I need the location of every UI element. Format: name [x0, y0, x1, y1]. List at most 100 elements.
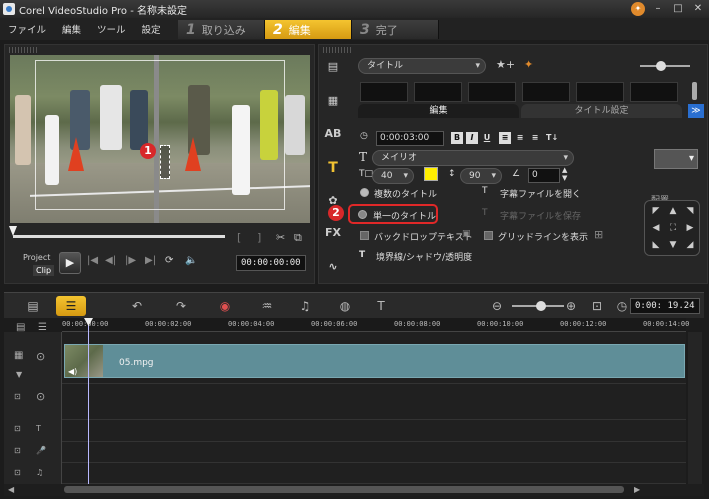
category-dropdown[interactable]: タイトル	[358, 58, 486, 74]
menu-tools[interactable]: ツール	[89, 22, 134, 36]
multi-title-radio[interactable]	[360, 188, 369, 197]
open-subtitle-label[interactable]: 字幕ファイルを開く	[500, 187, 581, 200]
instant-project-icon[interactable]: ▦	[324, 94, 342, 112]
restore-icon[interactable]: □	[671, 2, 685, 16]
menu-edit[interactable]: 編集	[54, 22, 89, 36]
align-center-button[interactable]: ≡	[514, 132, 526, 144]
multi-title-label[interactable]: 複数のタイトル	[374, 187, 437, 200]
play-button[interactable]: ▶	[59, 252, 81, 274]
title-lock-icon[interactable]: ⊡	[14, 424, 21, 433]
align-top-left-icon[interactable]: ◤	[649, 206, 663, 216]
panel-grip[interactable]	[9, 47, 39, 53]
single-title-radio[interactable]	[358, 210, 367, 219]
step-capture[interactable]: 1 取り込み	[178, 20, 265, 39]
next-frame-icon[interactable]: |▶	[125, 255, 136, 266]
italic-button[interactable]: I	[466, 132, 478, 144]
backdrop-text-label[interactable]: バックドロップテキスト	[374, 230, 473, 243]
filter-fx-icon[interactable]: FX	[324, 226, 342, 244]
storyboard-view-icon[interactable]: ▤	[18, 296, 48, 316]
redo-icon[interactable]: ↷	[166, 296, 196, 316]
title-preset[interactable]	[360, 82, 408, 102]
show-grid-label[interactable]: グリッドラインを表示	[498, 230, 588, 243]
overlay-lock-icon[interactable]: ⊡	[14, 392, 21, 401]
align-bottom-left-icon[interactable]: ◣	[649, 240, 663, 250]
music-track-icon[interactable]: ♫	[36, 468, 43, 477]
record-capture-icon[interactable]: ◉	[210, 296, 240, 316]
mark-out-icon[interactable]: ]	[257, 231, 261, 244]
border-shadow-icon[interactable]: T	[359, 250, 365, 260]
bold-button[interactable]: B	[451, 132, 463, 144]
globe-icon[interactable]: ✦	[631, 2, 645, 16]
font-dropdown[interactable]: メイリオ	[372, 150, 574, 166]
close-icon[interactable]: ✕	[691, 2, 705, 16]
zoom-knob[interactable]	[536, 301, 546, 311]
music-lock-icon[interactable]: ⊡	[14, 468, 21, 477]
align-bottom-icon[interactable]: ▼	[666, 240, 680, 250]
scroll-right-icon[interactable]: ▶	[634, 485, 640, 494]
single-title-label[interactable]: 単一のタイトル	[373, 209, 436, 222]
repeat-icon[interactable]: ⟳	[165, 255, 173, 266]
step-share[interactable]: 3 完了	[352, 20, 439, 39]
align-left-icon[interactable]: ◀	[649, 223, 663, 233]
align-center-icon[interactable]: ⛶	[666, 223, 680, 233]
font-size-dropdown[interactable]: 40	[372, 168, 414, 184]
line-spacing-dropdown[interactable]: 90	[460, 168, 502, 184]
backdrop-icon[interactable]: ▣	[462, 229, 471, 239]
thumb-size-knob[interactable]	[656, 61, 666, 71]
title-preset[interactable]	[468, 82, 516, 102]
timeline-horizontal-scrollbar[interactable]: ◀ ▶	[4, 484, 704, 496]
title-icon[interactable]: T	[324, 160, 342, 178]
show-grid-checkbox[interactable]	[484, 231, 493, 240]
title-preset[interactable]	[414, 82, 462, 102]
timeline-view-icon[interactable]: ☰	[56, 296, 86, 316]
voice-lock-icon[interactable]: ⊡	[14, 446, 21, 455]
menu-file[interactable]: ファイル	[0, 22, 54, 36]
auto-music-icon[interactable]: ♫	[290, 296, 320, 316]
title-preset[interactable]	[630, 82, 678, 102]
preset-scrollbar[interactable]	[692, 82, 697, 100]
title-preset[interactable]	[522, 82, 570, 102]
underline-button[interactable]: U	[481, 132, 493, 144]
angle-stepper-icon[interactable]: ▲ ▼	[562, 166, 567, 182]
voice-track-icon[interactable]: 🎤	[36, 446, 46, 455]
clip-mode-label[interactable]: Clip	[33, 265, 55, 276]
subtitle-save-icon[interactable]: T	[482, 208, 488, 218]
subtitle-editor-icon[interactable]: T	[366, 296, 396, 316]
align-bottom-right-icon[interactable]: ◢	[683, 240, 697, 250]
mark-in-icon[interactable]: [	[237, 231, 241, 244]
title-text-box[interactable]	[160, 145, 170, 179]
video-track-toggle-icon[interactable]: ⊙	[36, 350, 45, 363]
border-shadow-label[interactable]: 境界線/シャドウ/透明度	[376, 250, 472, 263]
grid-options-icon[interactable]: ⊞	[594, 228, 603, 241]
preview-timecode[interactable]: 00:00:00:00	[236, 255, 306, 271]
duration-field[interactable]: 0:00:03:00	[376, 131, 444, 146]
multi-trim-icon[interactable]: ◍	[330, 296, 360, 316]
minimize-icon[interactable]: –	[651, 2, 665, 16]
prev-frame-icon[interactable]: ◀|	[105, 255, 116, 266]
home-icon[interactable]: |◀	[87, 255, 98, 266]
zoom-out-icon[interactable]: ⊖	[482, 296, 512, 316]
angle-field[interactable]: 0	[528, 168, 560, 183]
subtitle-open-icon[interactable]: T	[482, 186, 488, 196]
vertical-text-button[interactable]: T↓	[546, 132, 558, 144]
save-subtitle-label[interactable]: 字幕ファイルを保存	[500, 209, 581, 222]
text-color-swatch[interactable]	[424, 167, 438, 181]
panel-grip[interactable]	[323, 47, 353, 53]
scrollbar-thumb[interactable]	[64, 486, 624, 493]
expand-track-icon[interactable]: ▼	[16, 370, 22, 379]
video-clip[interactable]: ◀) 05.mpg	[64, 344, 685, 378]
music-track[interactable]	[62, 463, 686, 484]
path-icon[interactable]: ∿	[324, 260, 342, 278]
step-edit[interactable]: 2 編集	[265, 20, 352, 39]
title-track[interactable]	[62, 420, 686, 442]
video-track-icon[interactable]: ▦	[14, 350, 23, 361]
title-preset[interactable]	[576, 82, 624, 102]
scissors-icon[interactable]: ✂	[276, 231, 285, 244]
transition-icon[interactable]: AB	[324, 127, 342, 145]
overlay-track-icon[interactable]: ⊙	[36, 390, 45, 403]
online-content-icon[interactable]: ✦	[524, 58, 533, 71]
tab-edit[interactable]: 編集	[358, 104, 519, 118]
scroll-left-icon[interactable]: ◀	[8, 485, 14, 494]
align-right-button[interactable]: ≡	[529, 132, 541, 144]
sound-mixer-icon[interactable]: ♒	[252, 296, 282, 316]
